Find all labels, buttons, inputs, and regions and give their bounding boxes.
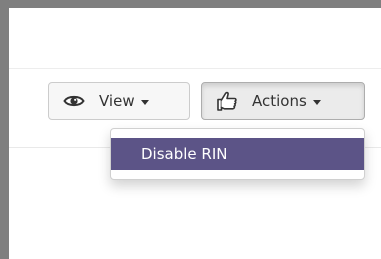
actions-dropdown-menu: Disable RIN — [110, 128, 365, 180]
window-frame-left — [0, 0, 9, 259]
eye-icon — [61, 90, 87, 112]
hand-pointer-icon — [214, 90, 240, 112]
window-frame-top — [0, 0, 381, 8]
actions-dropdown-button[interactable]: Actions — [201, 82, 365, 120]
view-button-label: View — [99, 92, 135, 110]
actions-button-label: Actions — [252, 92, 307, 110]
view-dropdown-button[interactable]: View — [48, 82, 190, 120]
chevron-down-icon — [140, 99, 149, 105]
panel-divider — [9, 68, 381, 69]
menu-item-label: Disable RIN — [141, 145, 228, 163]
chevron-down-icon — [312, 99, 321, 105]
menu-item-disable-rin[interactable]: Disable RIN — [111, 138, 364, 170]
